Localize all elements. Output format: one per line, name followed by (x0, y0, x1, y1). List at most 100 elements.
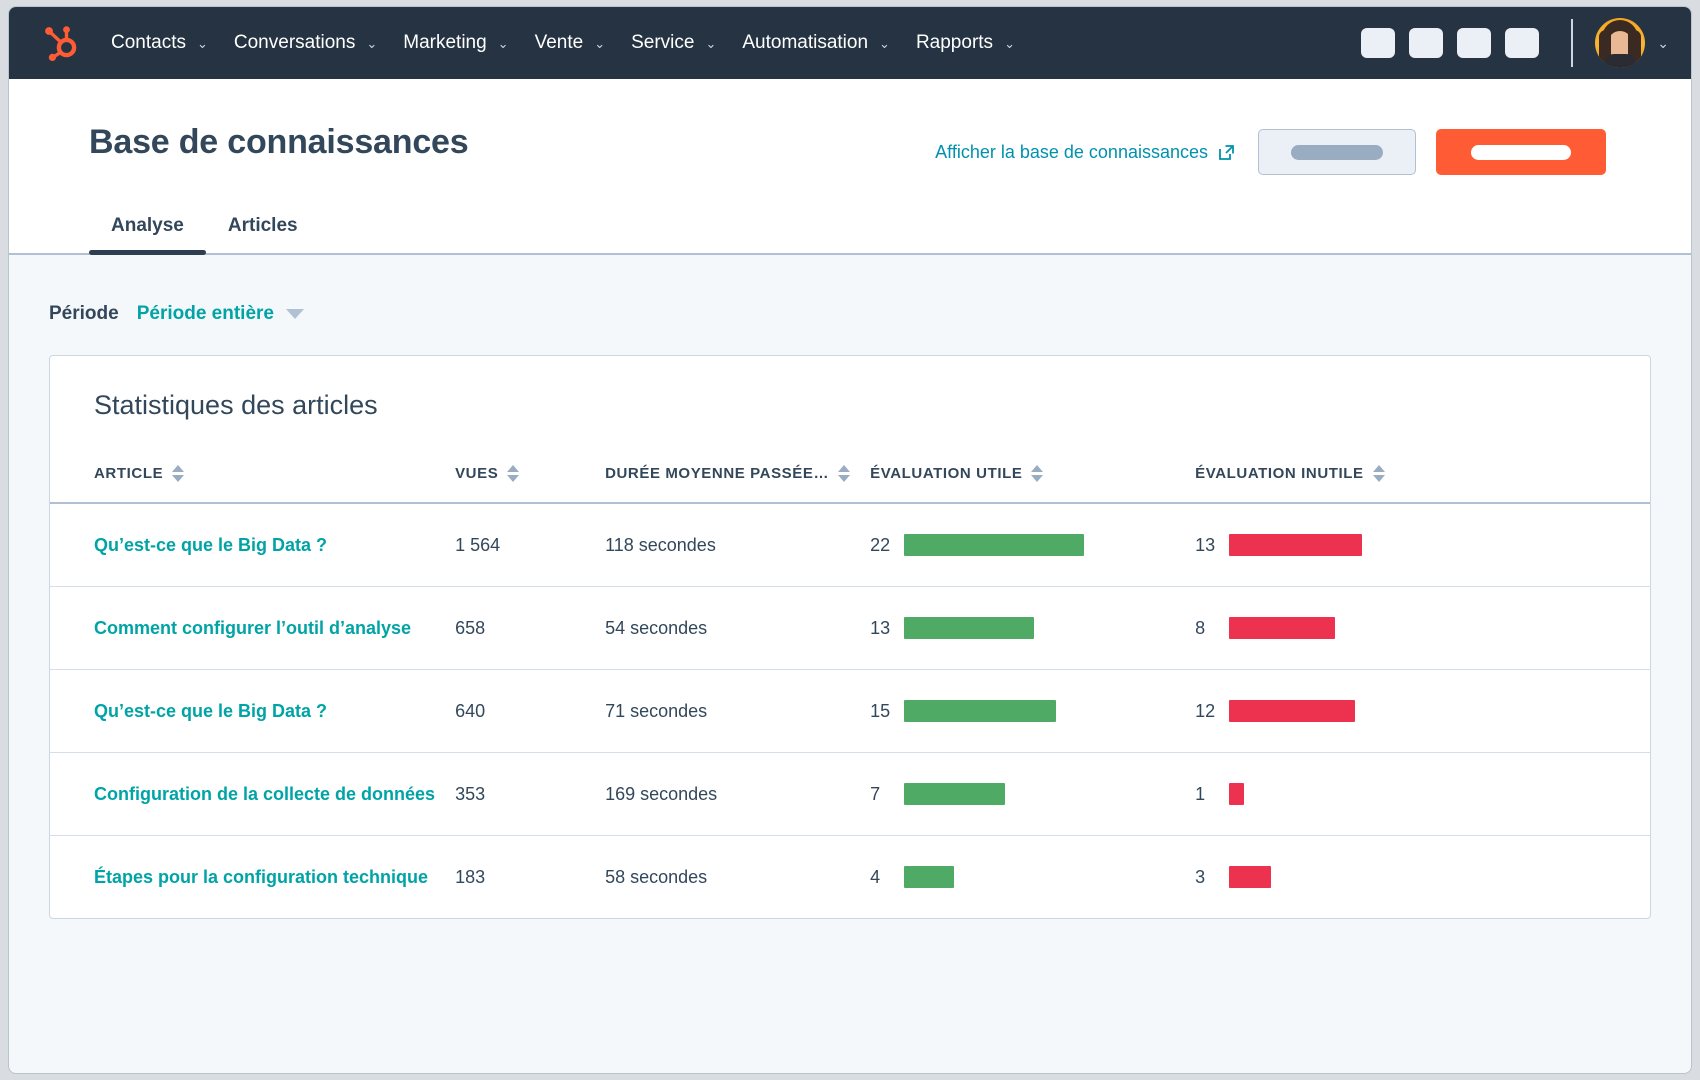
unhelpful-bar (1229, 866, 1271, 888)
unhelpful-count: 12 (1195, 701, 1221, 722)
cell-article: Qu’est-ce que le Big Data ? (50, 670, 445, 753)
nav-item-conversations[interactable]: Conversations ⌄ (226, 26, 385, 60)
cell-views: 640 (445, 670, 595, 753)
cell-unhelpful: 13 (1185, 503, 1650, 587)
tab-analyse[interactable]: Analyse (89, 205, 206, 253)
article-link[interactable]: Comment configurer l’outil d’analyse (94, 618, 411, 638)
tab-articles[interactable]: Articles (206, 205, 320, 253)
chevron-down-icon: ⌄ (498, 37, 509, 50)
column-header-duree-moyenne[interactable]: DURÉE MOYENNE PASSÉE… (595, 451, 860, 503)
account-chevron-down-icon[interactable]: ⌄ (1657, 35, 1669, 52)
cell-article: Qu’est-ce que le Big Data ? (50, 503, 445, 587)
nav-item-label: Contacts (111, 32, 186, 54)
helpful-count: 7 (870, 784, 896, 805)
nav-divider (1571, 19, 1573, 67)
chevron-down-icon: ⌄ (705, 37, 716, 50)
period-filter-dropdown[interactable]: Période entière (137, 303, 304, 325)
chevron-down-icon: ⌄ (197, 37, 208, 50)
card-title: Statistiques des articles (50, 356, 1650, 421)
cell-avg-time: 71 secondes (595, 670, 860, 753)
nav-chip-3[interactable] (1457, 28, 1491, 58)
chevron-down-icon: ⌄ (366, 37, 377, 50)
page-title: Base de connaissances (49, 123, 468, 162)
cell-views: 353 (445, 753, 595, 836)
nav-item-label: Service (631, 32, 694, 54)
period-filter: Période Période entière (9, 255, 1691, 325)
page-header-row: Base de connaissances Afficher la base d… (49, 79, 1651, 175)
tab-label: Articles (228, 215, 298, 236)
nav-item-vente[interactable]: Vente ⌄ (527, 26, 614, 60)
table-row: Comment configurer l’outil d’analyse 658… (50, 587, 1650, 670)
helpful-bar (904, 534, 1084, 556)
primary-button-redacted-label (1471, 145, 1571, 160)
column-header-label: DURÉE MOYENNE PASSÉE… (605, 465, 829, 482)
article-link[interactable]: Étapes pour la configuration technique (94, 867, 428, 887)
page-header-actions: Afficher la base de connaissances (935, 123, 1651, 175)
column-header-evaluation-utile[interactable]: ÉVALUATION UTILE (860, 451, 1185, 503)
table-row: Étapes pour la configuration technique 1… (50, 836, 1650, 919)
cell-helpful: 13 (860, 587, 1185, 670)
article-link[interactable]: Qu’est-ce que le Big Data ? (94, 701, 327, 721)
table-row: Configuration de la collecte de données … (50, 753, 1650, 836)
sort-arrows-icon (172, 465, 184, 482)
unhelpful-bar (1229, 700, 1355, 722)
nav-item-contacts[interactable]: Contacts ⌄ (103, 26, 216, 60)
nav-item-service[interactable]: Service ⌄ (623, 26, 724, 60)
cell-article: Configuration de la collecte de données (50, 753, 445, 836)
unhelpful-count: 8 (1195, 618, 1221, 639)
column-header-evaluation-inutile[interactable]: ÉVALUATION INUTILE (1185, 451, 1650, 503)
nav-item-label: Marketing (403, 32, 486, 54)
table-row: Qu’est-ce que le Big Data ? 640 71 secon… (50, 670, 1650, 753)
column-header-article[interactable]: ARTICLE (50, 451, 445, 503)
column-header-label: ÉVALUATION UTILE (870, 465, 1022, 482)
nav-item-label: Rapports (916, 32, 993, 54)
unhelpful-bar (1229, 534, 1362, 556)
helpful-bar (904, 617, 1034, 639)
helpful-bar (904, 783, 1005, 805)
helpful-count: 13 (870, 618, 896, 639)
nav-chip-2[interactable] (1409, 28, 1443, 58)
nav-item-rapports[interactable]: Rapports ⌄ (908, 26, 1023, 60)
nav-item-automatisation[interactable]: Automatisation ⌄ (734, 26, 898, 60)
article-link[interactable]: Configuration de la collecte de données (94, 784, 435, 804)
chevron-down-icon: ⌄ (594, 37, 605, 50)
period-filter-label: Période (49, 303, 119, 325)
article-link[interactable]: Qu’est-ce que le Big Data ? (94, 535, 327, 555)
secondary-action-button[interactable] (1258, 129, 1416, 175)
cell-views: 183 (445, 836, 595, 919)
nav-item-label: Conversations (234, 32, 355, 54)
view-knowledge-base-label: Afficher la base de connaissances (935, 142, 1208, 163)
unhelpful-bar (1229, 783, 1244, 805)
helpful-bar (904, 866, 954, 888)
sort-arrows-icon (1373, 465, 1385, 482)
nav-item-marketing[interactable]: Marketing ⌄ (395, 26, 516, 60)
primary-action-button[interactable] (1436, 129, 1606, 175)
period-filter-value: Période entière (137, 303, 274, 325)
column-header-label: ARTICLE (94, 465, 163, 482)
helpful-bar (904, 700, 1056, 722)
nav-chip-4[interactable] (1505, 28, 1539, 58)
hubspot-sprocket-logo[interactable] (39, 22, 81, 64)
external-link-icon (1217, 143, 1236, 162)
table-body: Qu’est-ce que le Big Data ? 1 564 118 se… (50, 503, 1650, 918)
cell-avg-time: 58 secondes (595, 836, 860, 919)
secondary-button-redacted-label (1291, 145, 1383, 160)
avatar[interactable] (1595, 18, 1645, 68)
cell-avg-time: 54 secondes (595, 587, 860, 670)
cell-helpful: 4 (860, 836, 1185, 919)
page-header: Base de connaissances Afficher la base d… (9, 79, 1691, 255)
column-header-label: ÉVALUATION INUTILE (1195, 465, 1364, 482)
article-stats-table: ARTICLE VUES DURÉE MOY (50, 451, 1650, 918)
cell-views: 658 (445, 587, 595, 670)
sort-arrows-icon (838, 465, 850, 482)
nav-chip-1[interactable] (1361, 28, 1395, 58)
cell-helpful: 15 (860, 670, 1185, 753)
cell-article: Comment configurer l’outil d’analyse (50, 587, 445, 670)
app-window: Contacts ⌄ Conversations ⌄ Marketing ⌄ V… (8, 6, 1692, 1074)
nav-item-label: Automatisation (742, 32, 868, 54)
table-header-row: ARTICLE VUES DURÉE MOY (50, 451, 1650, 503)
column-header-vues[interactable]: VUES (445, 451, 595, 503)
table-row: Qu’est-ce que le Big Data ? 1 564 118 se… (50, 503, 1650, 587)
avatar-body (1604, 54, 1636, 68)
view-knowledge-base-link[interactable]: Afficher la base de connaissances (935, 142, 1236, 163)
